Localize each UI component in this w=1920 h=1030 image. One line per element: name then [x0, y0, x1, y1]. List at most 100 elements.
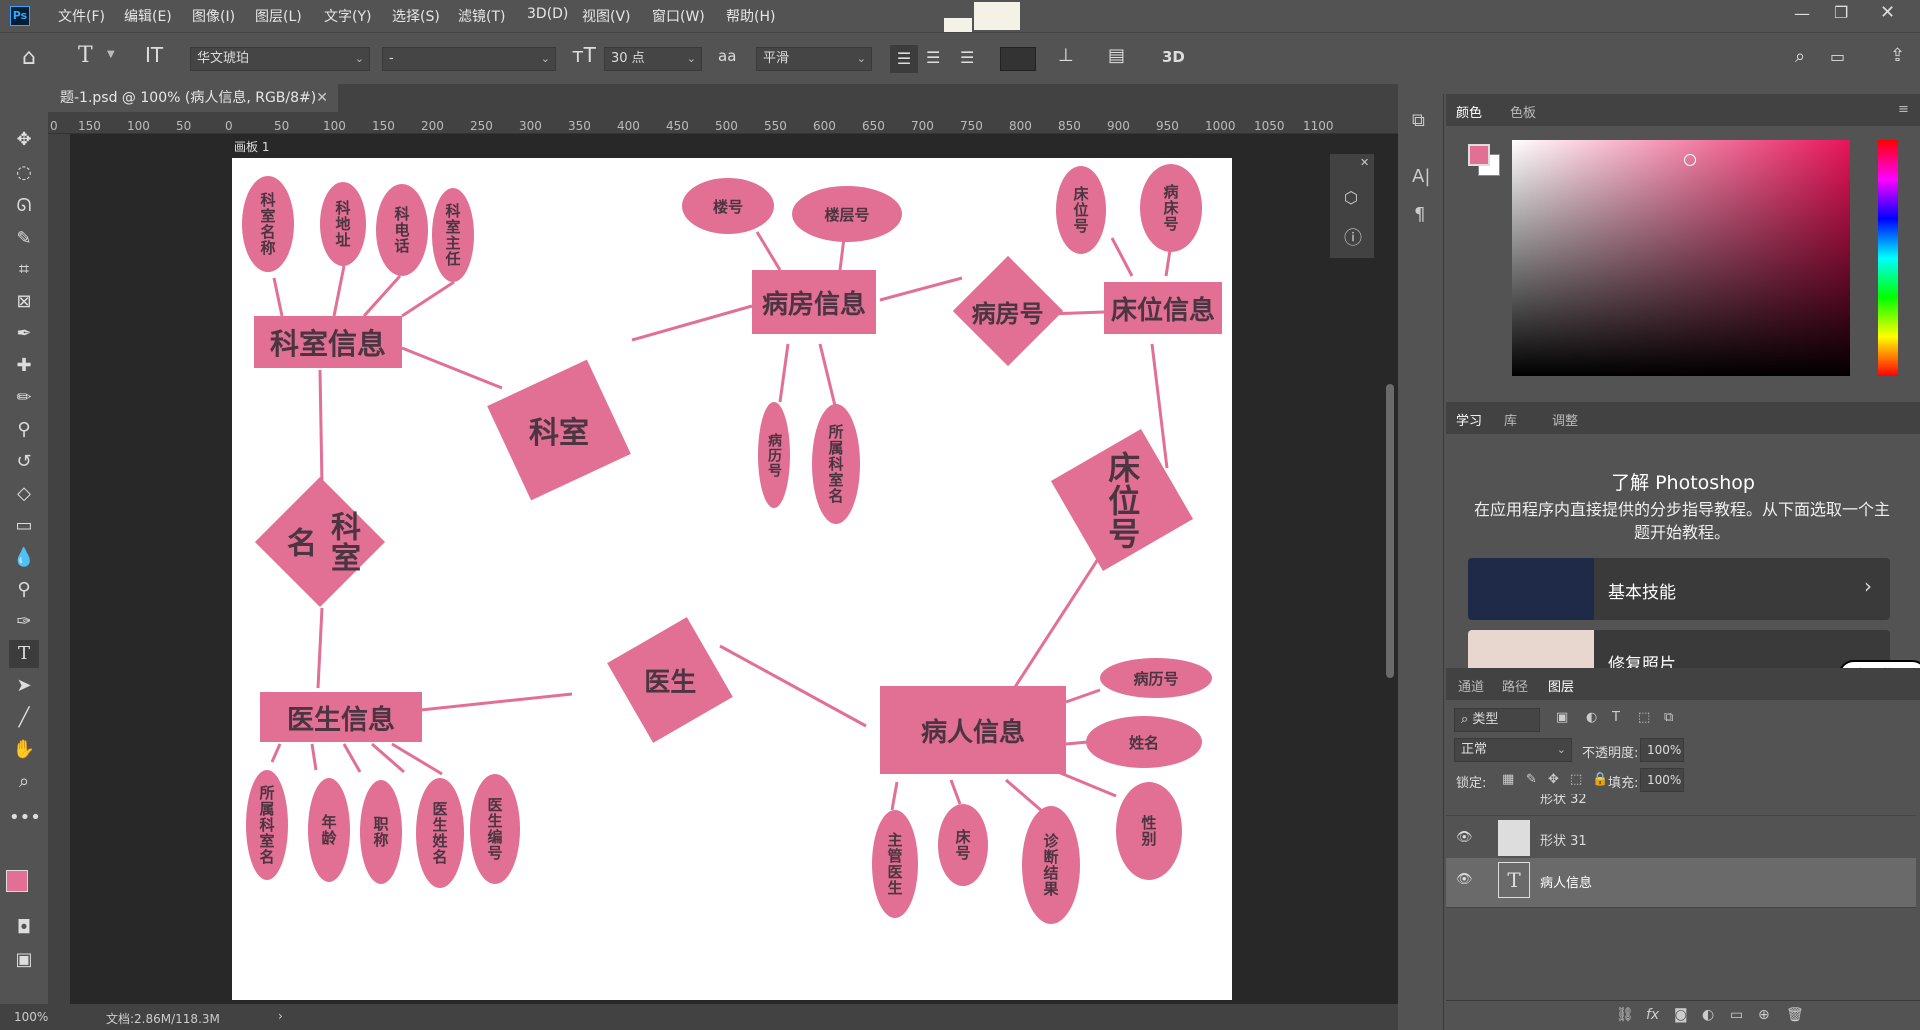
- align-center-button[interactable]: ☰: [926, 48, 940, 67]
- move-tool-icon[interactable]: ✥: [9, 126, 39, 154]
- filter-image-icon[interactable]: ▣: [1556, 710, 1568, 725]
- marquee-tool-icon[interactable]: ◌: [9, 159, 39, 187]
- entity-ward-info[interactable]: 病房信息: [752, 270, 876, 334]
- attr-patient-name[interactable]: 姓名: [1086, 716, 1202, 768]
- pen-tool-icon[interactable]: ✑: [9, 608, 39, 636]
- preset-chevron-icon[interactable]: ▼: [107, 49, 115, 60]
- type-tool-icon[interactable]: T: [9, 640, 39, 668]
- attr-bed-number[interactable]: 床号: [938, 804, 988, 886]
- attr-sickbed-no[interactable]: 病床号: [1140, 164, 1202, 252]
- lock-transparent-icon[interactable]: ▦: [1502, 772, 1514, 787]
- warp-text-icon[interactable]: ⊥: [1058, 45, 1074, 66]
- attr-dept-phone[interactable]: 科电话: [376, 184, 428, 276]
- font-size-select[interactable]: 30 点 ⌄: [604, 47, 702, 71]
- color-picker-cursor[interactable]: [1684, 154, 1696, 166]
- lock-all-icon[interactable]: 🔒: [1592, 772, 1608, 787]
- menu-window[interactable]: 窗口(W): [652, 6, 705, 26]
- document-tab[interactable]: 题-1.psd @ 100% (病人信息, RGB/8#) ✕: [48, 84, 338, 112]
- learn-card-fix-photos[interactable]: 修复照片: [1468, 630, 1890, 668]
- delete-layer-icon[interactable]: 🗑: [1786, 1007, 1804, 1023]
- orientation-toggle-icon[interactable]: IT: [145, 43, 163, 67]
- align-right-button[interactable]: ☰: [960, 48, 974, 67]
- attr-doctor-dept-name[interactable]: 所属科室名: [246, 770, 288, 880]
- close-tab-icon[interactable]: ✕: [316, 84, 328, 112]
- path-select-tool-icon[interactable]: ➤: [9, 672, 39, 700]
- screen-mode-icon[interactable]: ▣: [9, 946, 39, 974]
- paragraph-panel-icon[interactable]: ¶: [1414, 204, 1425, 225]
- hand-tool-icon[interactable]: ✋: [9, 736, 39, 764]
- new-group-icon[interactable]: ▭: [1730, 1007, 1743, 1023]
- frame-tool-icon[interactable]: ⊠: [9, 288, 39, 316]
- more-tools-icon[interactable]: •••: [9, 804, 41, 832]
- attr-dept-director[interactable]: 科室主任: [432, 188, 474, 282]
- menu-edit[interactable]: 编辑(E): [124, 6, 172, 26]
- menu-help[interactable]: 帮助(H): [726, 6, 775, 26]
- lock-artboard-icon[interactable]: ⬚: [1570, 772, 1582, 787]
- stamp-tool-icon[interactable]: ⚲: [9, 416, 39, 444]
- attr-ward-record-no[interactable]: 病历号: [758, 402, 790, 508]
- color-picker-field[interactable]: [1512, 140, 1850, 376]
- hue-slider[interactable]: [1878, 140, 1898, 376]
- visibility-eye-icon[interactable]: 👁: [1456, 872, 1473, 887]
- character-panel-icon[interactable]: A|: [1412, 166, 1430, 187]
- layer-row-patient-info[interactable]: 👁 T 病人信息: [1446, 858, 1916, 908]
- tab-learn[interactable]: 学习: [1456, 410, 1482, 429]
- tab-color[interactable]: 颜色: [1456, 102, 1482, 121]
- add-mask-icon[interactable]: ◙: [1674, 1007, 1688, 1023]
- learn-card-basic-skills[interactable]: 基本技能 ›: [1468, 558, 1890, 620]
- entity-dept-info[interactable]: 科室信息: [254, 316, 402, 368]
- artboard-canvas[interactable]: 科室信息 病房信息 床位信息 医生信息 病人信息 科室 病房号 床位号 科室名 …: [232, 158, 1232, 1000]
- entity-doctor-info[interactable]: 医生信息: [260, 692, 422, 742]
- attr-diagnosis[interactable]: 诊断结果: [1022, 806, 1080, 924]
- close-icon[interactable]: ✕: [1880, 2, 1895, 23]
- crop-tool-icon[interactable]: ⌗: [9, 256, 39, 284]
- history-brush-tool-icon[interactable]: ↺: [9, 448, 39, 476]
- tab-paths[interactable]: 路径: [1502, 676, 1528, 695]
- fill-input[interactable]: 100%: [1640, 768, 1684, 792]
- zoom-level[interactable]: 100%: [14, 1010, 48, 1024]
- menu-3d[interactable]: 3D(D): [527, 6, 568, 22]
- artboard-label[interactable]: 画板 1: [234, 138, 269, 155]
- workspace-icon[interactable]: ▭: [1830, 47, 1845, 66]
- text-color-swatch[interactable]: [1000, 47, 1036, 71]
- filter-adjustment-icon[interactable]: ◐: [1586, 710, 1597, 725]
- entity-bed-info[interactable]: 床位信息: [1104, 282, 1222, 334]
- attr-doctor-name[interactable]: 医生姓名: [416, 778, 464, 888]
- tab-adjustments[interactable]: 调整: [1552, 410, 1578, 429]
- healing-tool-icon[interactable]: ✚: [9, 352, 39, 380]
- attr-bed-no[interactable]: 床位号: [1056, 166, 1106, 254]
- menu-file[interactable]: 文件(F): [58, 6, 105, 26]
- close-icon[interactable]: ✕: [1360, 156, 1369, 169]
- minimize-icon[interactable]: —: [1794, 4, 1810, 23]
- filter-shape-icon[interactable]: ⬚: [1638, 710, 1650, 725]
- quick-mask-icon[interactable]: ◘: [9, 914, 39, 942]
- info-icon[interactable]: ⓘ: [1344, 224, 1362, 250]
- attr-patient-gender[interactable]: 性别: [1116, 782, 1182, 880]
- line-tool-icon[interactable]: ╱: [9, 704, 39, 732]
- link-layers-icon[interactable]: ⛓: [1616, 1007, 1634, 1023]
- menu-view[interactable]: 视图(V): [582, 6, 631, 26]
- menu-type[interactable]: 文字(Y): [324, 6, 371, 26]
- vertical-scrollbar[interactable]: [1386, 384, 1394, 678]
- font-family-select[interactable]: 华文琥珀 ⌄: [190, 47, 370, 71]
- lasso-tool-icon[interactable]: ᘏ: [9, 192, 39, 220]
- attr-ward-dept-name[interactable]: 所属科室名: [812, 404, 860, 524]
- blur-tool-icon[interactable]: 💧: [9, 544, 39, 572]
- color-fg-swatch[interactable]: [1468, 144, 1490, 166]
- adjustment-layer-icon[interactable]: ◐: [1702, 1007, 1714, 1023]
- antialias-select[interactable]: 平滑 ⌄: [756, 47, 872, 71]
- status-menu-arrow-icon[interactable]: ›: [278, 1009, 283, 1023]
- align-left-button[interactable]: ☰: [890, 45, 918, 73]
- tab-swatches[interactable]: 色板: [1510, 102, 1536, 121]
- new-layer-icon[interactable]: ⊕: [1758, 1007, 1770, 1023]
- restore-icon[interactable]: ❐: [1834, 3, 1848, 22]
- character-panel-icon[interactable]: ▤: [1108, 45, 1125, 66]
- menu-layer[interactable]: 图层(L): [255, 6, 302, 26]
- tab-channels[interactable]: 通道: [1458, 676, 1484, 695]
- menu-filter[interactable]: 滤镜(T): [458, 6, 505, 26]
- dodge-tool-icon[interactable]: ⚲: [9, 576, 39, 604]
- attr-doctor-age[interactable]: 年龄: [308, 778, 350, 882]
- fx-icon[interactable]: fx: [1646, 1007, 1659, 1023]
- font-style-select[interactable]: - ⌄: [382, 47, 556, 71]
- attr-dept-name[interactable]: 科室名称: [242, 176, 294, 272]
